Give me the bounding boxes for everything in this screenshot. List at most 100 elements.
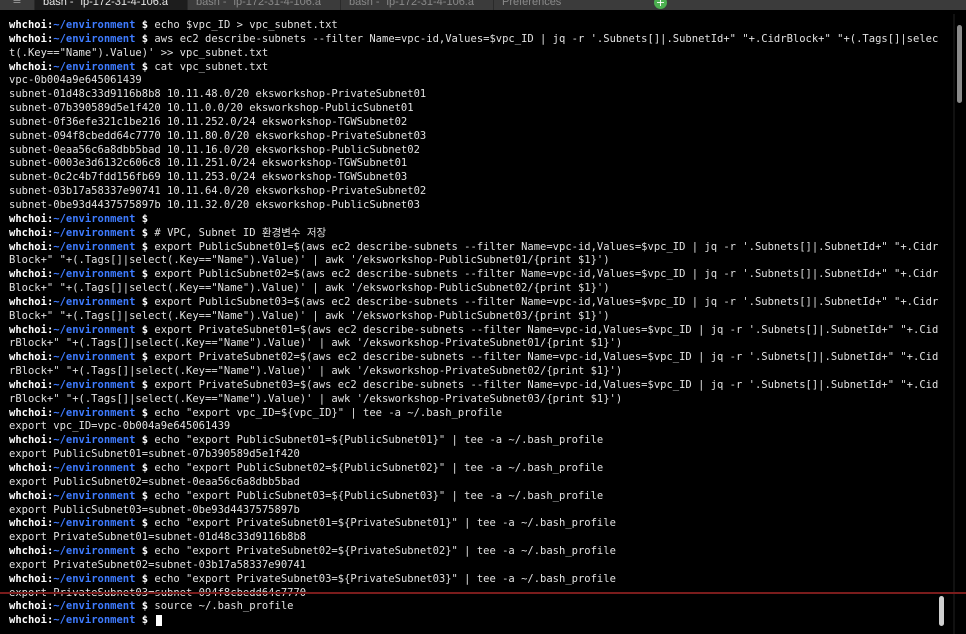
command-line: whchoi:~/environment $ <box>0 213 944 227</box>
command-text: echo "export PublicSubnet01=${PublicSubn… <box>154 434 604 447</box>
output-text: subnet-0be93d4437575897b 10.11.32.0/20 e… <box>9 198 420 211</box>
output-line: export vpc_ID=vpc-0b004a9e645061439 <box>0 420 944 434</box>
command-text: aws ec2 describe-subnets --filter Name=v… <box>154 32 939 45</box>
output-text: subnet-0eaa56c6a8dbb5bad 10.11.16.0/20 e… <box>9 143 420 156</box>
text-cursor <box>156 614 163 626</box>
prompt-dollar: $ <box>135 600 155 613</box>
output-text: export PrivateSubnet01=subnet-01d48c33d9… <box>9 531 307 544</box>
command-line: whchoi:~/environment $ source ~/.bash_pr… <box>0 600 944 614</box>
prompt-path: ~/environment <box>53 295 136 308</box>
prompt-path: ~/environment <box>53 406 136 419</box>
prompt-dollar: $ <box>135 614 155 627</box>
prompt-dollar: $ <box>135 268 155 281</box>
output-text: rBlock+" "+(.Tags[]|select(.Key=="Name")… <box>9 392 623 405</box>
output-text: t(.Key=="Name").Value)' >> vpc_subnet.tx… <box>9 46 269 59</box>
tab-label: bash - "ip-172-31-4-106.a <box>196 0 321 8</box>
output-line: export PublicSubnet03=subnet-0be93d44375… <box>0 504 944 518</box>
command-text: # VPC, Subnet ID 환경변수 저장 <box>154 226 327 239</box>
command-text: echo "export PrivateSubnet01=${PrivateSu… <box>154 517 616 530</box>
output-text: rBlock+" "+(.Tags[]|select(.Key=="Name")… <box>9 365 623 378</box>
prompt-user: whchoi <box>9 614 47 627</box>
output-line: subnet-03b17a58337e90741 10.11.64.0/20 e… <box>0 185 944 199</box>
command-text: echo "export vpc_ID=${vpc_ID}" | tee -a … <box>154 406 503 419</box>
output-text: rBlock+" "+(.Tags[]|select(.Key=="Name")… <box>9 337 623 350</box>
prompt-user: whchoi <box>9 517 47 530</box>
prompt-path: ~/environment <box>53 434 136 447</box>
prompt-path: ~/environment <box>53 212 136 225</box>
command-text: echo "export PublicSubnet03=${PublicSubn… <box>154 489 604 502</box>
output-line: subnet-0eaa56c6a8dbb5bad 10.11.16.0/20 e… <box>0 144 944 158</box>
command-line: whchoi:~/environment $ export PrivateSub… <box>0 324 944 338</box>
output-line: subnet-0be93d4437575897b 10.11.32.0/20 e… <box>0 199 944 213</box>
output-line: subnet-01d48c33d9116b8b8 10.11.48.0/20 e… <box>0 88 944 102</box>
command-line: whchoi:~/environment $ echo "export Priv… <box>0 573 944 587</box>
command-line: whchoi:~/environment $ echo "export Priv… <box>0 545 944 559</box>
menu-icon[interactable]: ≡ <box>0 0 34 10</box>
prompt-dollar: $ <box>135 240 155 253</box>
command-line: whchoi:~/environment $ export PublicSubn… <box>0 268 944 282</box>
output-line: rBlock+" "+(.Tags[]|select(.Key=="Name")… <box>0 337 944 351</box>
prompt-dollar: $ <box>135 572 155 585</box>
command-line: whchoi:~/environment $ echo $vpc_ID > vp… <box>0 19 944 33</box>
output-text: export PublicSubnet02=subnet-0eaa56c6a8d… <box>9 475 300 488</box>
prompt-path: ~/environment <box>53 378 136 391</box>
output-text: export PublicSubnet03=subnet-0be93d44375… <box>9 503 300 516</box>
output-text: subnet-03b17a58337e90741 10.11.64.0/20 e… <box>9 185 427 198</box>
output-text: subnet-0c2c4b7fdd156fb69 10.11.253.0/24 … <box>9 171 408 184</box>
output-text: vpc-0b004a9e645061439 <box>9 74 142 87</box>
command-line: whchoi:~/environment $ <box>0 614 944 628</box>
command-text: echo "export PublicSubnet02=${PublicSubn… <box>154 462 604 474</box>
prompt-user: whchoi <box>9 434 47 447</box>
prompt-user: whchoi <box>9 295 47 308</box>
command-line: whchoi:~/environment $ # VPC, Subnet ID … <box>0 227 944 241</box>
output-line: export PrivateSubnet02=subnet-03b17a5833… <box>0 559 944 573</box>
output-line: export PublicSubnet01=subnet-07b390589d5… <box>0 448 944 462</box>
command-text: export PublicSubnet02=$(aws ec2 describe… <box>154 268 939 281</box>
tab-label: bash - "ip-172-31-4-106.a <box>43 0 168 8</box>
command-line: whchoi:~/environment $ export PublicSubn… <box>0 241 944 255</box>
output-line: subnet-07b390589d5e1f420 10.11.0.0/20 ek… <box>0 102 944 116</box>
terminal-output[interactable]: whchoi:~/environment $ echo $vpc_ID > vp… <box>0 19 944 631</box>
output-line: t(.Key=="Name").Value)' >> vpc_subnet.tx… <box>0 47 944 61</box>
output-text: subnet-094f8cbedd64c7770 10.11.80.0/20 e… <box>9 129 427 142</box>
command-text: export PrivateSubnet01=$(aws ec2 describ… <box>154 323 939 336</box>
command-line: whchoi:~/environment $ echo "export Publ… <box>0 462 944 476</box>
panel-divider <box>953 14 955 634</box>
command-line: whchoi:~/environment $ echo "export Publ… <box>0 434 944 448</box>
command-text: source ~/.bash_profile <box>154 600 294 613</box>
command-text: echo $vpc_ID > vpc_subnet.txt <box>154 19 338 31</box>
tab-bash-2[interactable]: bash - "ip-172-31-4-106.a <box>187 0 340 10</box>
prompt-path: ~/environment <box>53 268 136 281</box>
prompt-user: whchoi <box>9 268 47 281</box>
add-tab-icon[interactable]: + <box>654 0 667 9</box>
command-line: whchoi:~/environment $ cat vpc_subnet.tx… <box>0 61 944 75</box>
prompt-dollar: $ <box>135 378 155 391</box>
output-line: export PublicSubnet02=subnet-0eaa56c6a8d… <box>0 476 944 490</box>
prompt-dollar: $ <box>135 406 155 419</box>
command-line: whchoi:~/environment $ echo "export Publ… <box>0 490 944 504</box>
output-text: subnet-07b390589d5e1f420 10.11.0.0/20 ek… <box>9 102 414 115</box>
prompt-user: whchoi <box>9 545 47 558</box>
prompt-user: whchoi <box>9 406 47 419</box>
command-text: export PrivateSubnet03=$(aws ec2 describ… <box>154 378 939 391</box>
tab-bash-3[interactable]: bash - "ip-172-31-4-106.a <box>340 0 493 10</box>
prompt-user: whchoi <box>9 323 47 336</box>
scrollbar-thumb[interactable] <box>939 596 944 626</box>
tab-label: bash - "ip-172-31-4-106.a <box>349 0 474 8</box>
output-text: Block+" "+(.Tags[]|select(.Key=="Name").… <box>9 282 610 295</box>
prompt-path: ~/environment <box>53 614 136 627</box>
prompt-dollar: $ <box>135 434 155 447</box>
prompt-path: ~/environment <box>53 240 136 253</box>
tab-bash-1[interactable]: bash - "ip-172-31-4-106.a × <box>34 0 187 10</box>
tab-preferences[interactable]: Preferences <box>493 0 644 10</box>
prompt-dollar: $ <box>135 351 155 364</box>
output-line: Block+" "+(.Tags[]|select(.Key=="Name").… <box>0 254 944 268</box>
output-line: export PrivateSubnet01=subnet-01d48c33d9… <box>0 531 944 545</box>
output-text: export vpc_ID=vpc-0b004a9e645061439 <box>9 420 231 433</box>
tab-bar: ≡ bash - "ip-172-31-4-106.a × bash - "ip… <box>0 0 966 10</box>
scrollbar-thumb-outer[interactable] <box>957 25 962 103</box>
prompt-user: whchoi <box>9 32 47 45</box>
output-line: rBlock+" "+(.Tags[]|select(.Key=="Name")… <box>0 365 944 379</box>
command-text: export PublicSubnet03=$(aws ec2 describe… <box>154 295 939 308</box>
command-line: whchoi:~/environment $ export PrivateSub… <box>0 379 944 393</box>
